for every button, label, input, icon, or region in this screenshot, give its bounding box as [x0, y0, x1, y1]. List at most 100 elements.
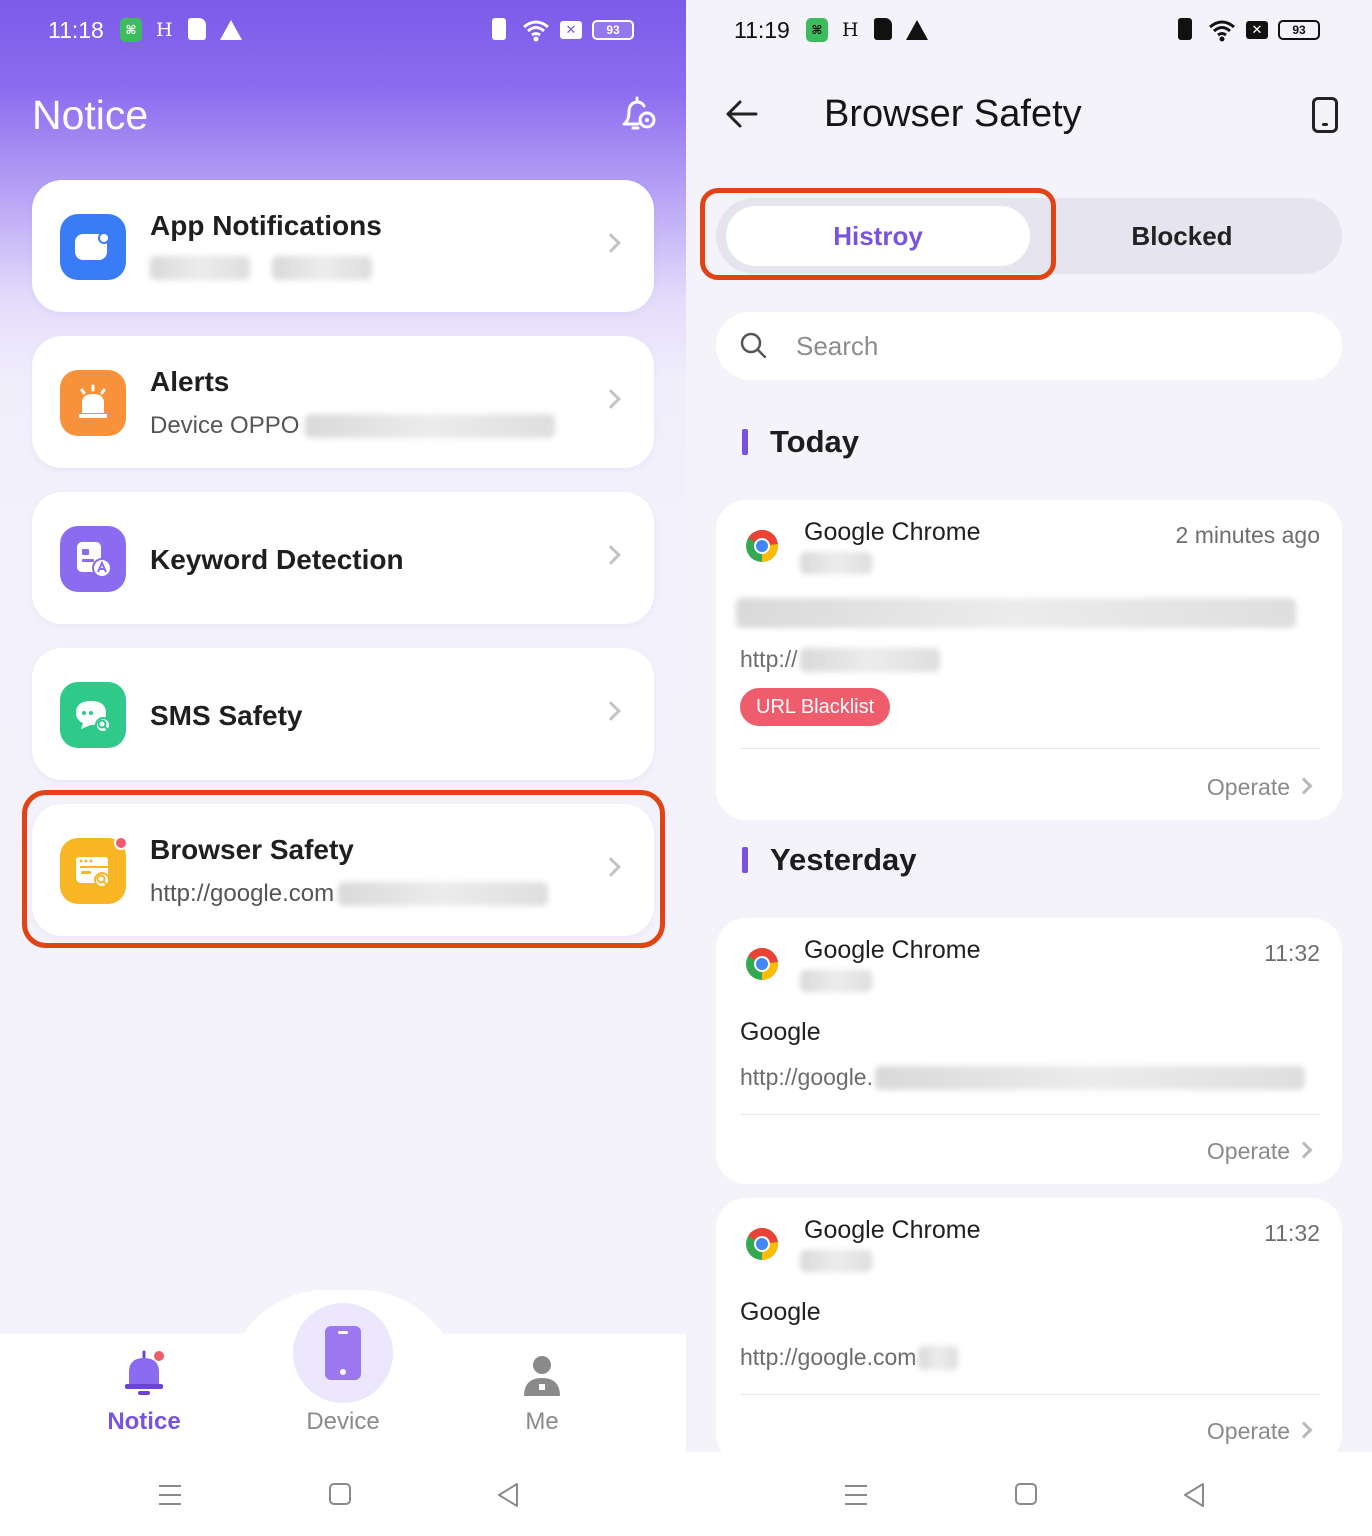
- battery-icon: 93: [592, 20, 634, 40]
- record-title: Google: [740, 1298, 821, 1326]
- redacted-text: [800, 970, 872, 992]
- chevron-right-icon: [1295, 1141, 1313, 1159]
- history-record[interactable]: Google Chrome 11:32 Google http://google…: [716, 918, 1342, 1184]
- card-title: App Notifications: [150, 210, 382, 241]
- no-sim-icon: ✕: [1246, 21, 1268, 39]
- card-subtitle: [150, 256, 372, 280]
- operate-button[interactable]: Operate: [1207, 774, 1290, 801]
- chevron-right-icon: [601, 545, 621, 565]
- h-signal-icon: H: [156, 19, 173, 41]
- menu-nav-icon[interactable]: [158, 1484, 182, 1506]
- redacted-text: [305, 414, 556, 438]
- system-nav-bar: [0, 1452, 686, 1536]
- tab-label: Me: [525, 1408, 559, 1435]
- status-time: 11:18: [48, 17, 104, 43]
- back-nav-icon[interactable]: [1182, 1482, 1206, 1508]
- back-nav-icon[interactable]: [496, 1482, 520, 1508]
- app-status-icon: ⌘: [806, 18, 828, 42]
- operate-button[interactable]: Operate: [1207, 1138, 1290, 1165]
- app-notifications-card[interactable]: App Notifications: [32, 180, 654, 312]
- search-bar: [716, 312, 1342, 380]
- record-app-name: Google Chrome: [804, 936, 981, 964]
- sms-safety-card[interactable]: SMS Safety: [32, 648, 654, 780]
- section-marker: [742, 847, 748, 873]
- history-record[interactable]: Google Chrome 2 minutes ago http:// URL …: [716, 500, 1342, 820]
- alarm-icon: [60, 370, 126, 436]
- operate-button[interactable]: Operate: [1207, 1418, 1290, 1445]
- chevron-right-icon: [601, 233, 621, 253]
- battery-icon: 93: [1278, 20, 1320, 40]
- keyword-icon: [60, 526, 126, 592]
- record-time: 11:32: [1264, 1220, 1320, 1246]
- record-url-text: http://google.com: [740, 1344, 917, 1370]
- redacted-text: [918, 1345, 959, 1370]
- record-app-name: Google Chrome: [804, 1216, 981, 1244]
- divider: [740, 1114, 1320, 1115]
- section-label: Today: [770, 424, 859, 459]
- card-title: SMS Safety: [150, 700, 303, 731]
- sd-card-icon: [188, 18, 206, 40]
- vibrate-icon: [492, 18, 506, 40]
- h-signal-icon: H: [842, 19, 859, 41]
- redacted-text: [150, 256, 250, 280]
- no-sim-icon: ✕: [560, 21, 582, 39]
- tab-blocked[interactable]: Blocked: [1030, 206, 1334, 266]
- page-title: Browser Safety: [824, 93, 1082, 135]
- record-url-text: http://: [740, 646, 798, 672]
- home-nav-icon[interactable]: [1014, 1482, 1038, 1506]
- bell-icon: [125, 1350, 164, 1395]
- wifi-icon: [1208, 18, 1236, 42]
- app-notifications-icon: [60, 214, 126, 280]
- highlight-frame: [700, 188, 1056, 280]
- sd-card-icon: [874, 18, 892, 40]
- sms-icon: [60, 682, 126, 748]
- wifi-icon: [522, 18, 550, 42]
- warning-icon: [906, 20, 928, 40]
- alerts-card[interactable]: Alerts Device OPPO: [32, 336, 654, 468]
- section-label: Yesterday: [770, 842, 917, 877]
- chrome-icon: [746, 529, 779, 562]
- redacted-text: [800, 552, 872, 574]
- section-marker: [742, 429, 748, 455]
- record-time: 2 minutes ago: [1175, 522, 1320, 548]
- search-icon: [740, 332, 766, 358]
- highlight-frame: [22, 790, 665, 948]
- menu-nav-icon[interactable]: [844, 1484, 868, 1506]
- record-url-text: http://google.: [740, 1064, 873, 1090]
- history-record[interactable]: Google Chrome 11:32 Google http://google…: [716, 1198, 1342, 1464]
- app-status-icon: ⌘: [120, 18, 142, 42]
- browser-safety-screen: 11:19 ⌘ H ✕ 93 Browser Safety Histroy Bl…: [686, 0, 1372, 1536]
- record-url: http://: [740, 646, 940, 673]
- card-title: Alerts: [150, 366, 230, 397]
- keyword-detection-card[interactable]: Keyword Detection: [32, 492, 654, 624]
- tab-me[interactable]: Me: [472, 1350, 612, 1450]
- tab-label: Notice: [107, 1408, 181, 1435]
- section-yesterday: Yesterday: [742, 842, 917, 878]
- section-today: Today: [742, 424, 859, 460]
- device-icon[interactable]: [1312, 97, 1338, 133]
- chrome-icon: [746, 948, 779, 980]
- card-subtitle: Device OPPO: [150, 412, 556, 440]
- redacted-text: [272, 256, 372, 280]
- chevron-right-icon: [601, 389, 621, 409]
- tab-notice[interactable]: Notice: [74, 1350, 214, 1450]
- back-arrow-icon[interactable]: [724, 96, 760, 132]
- tab-device[interactable]: Device: [273, 1350, 413, 1450]
- chevron-right-icon: [1295, 1421, 1313, 1439]
- search-input[interactable]: [796, 326, 1316, 366]
- record-time: 11:32: [1264, 940, 1320, 966]
- settings-bell-icon[interactable]: [618, 94, 658, 134]
- tab-label: Device: [306, 1408, 380, 1435]
- record-url: http://google.com: [740, 1344, 959, 1371]
- redacted-text: [799, 647, 940, 672]
- home-nav-icon[interactable]: [328, 1482, 352, 1506]
- record-url: http://google.: [740, 1064, 1305, 1091]
- chrome-icon: [746, 1228, 779, 1260]
- status-bar: 11:18 ⌘ H ✕ 93: [0, 0, 686, 62]
- url-blacklist-tag: URL Blacklist: [740, 688, 891, 726]
- record-title: Google: [740, 1018, 821, 1046]
- page-title: Notice: [32, 92, 149, 138]
- system-nav-bar: [686, 1452, 1372, 1536]
- chevron-right-icon: [1295, 777, 1313, 795]
- divider: [740, 748, 1320, 749]
